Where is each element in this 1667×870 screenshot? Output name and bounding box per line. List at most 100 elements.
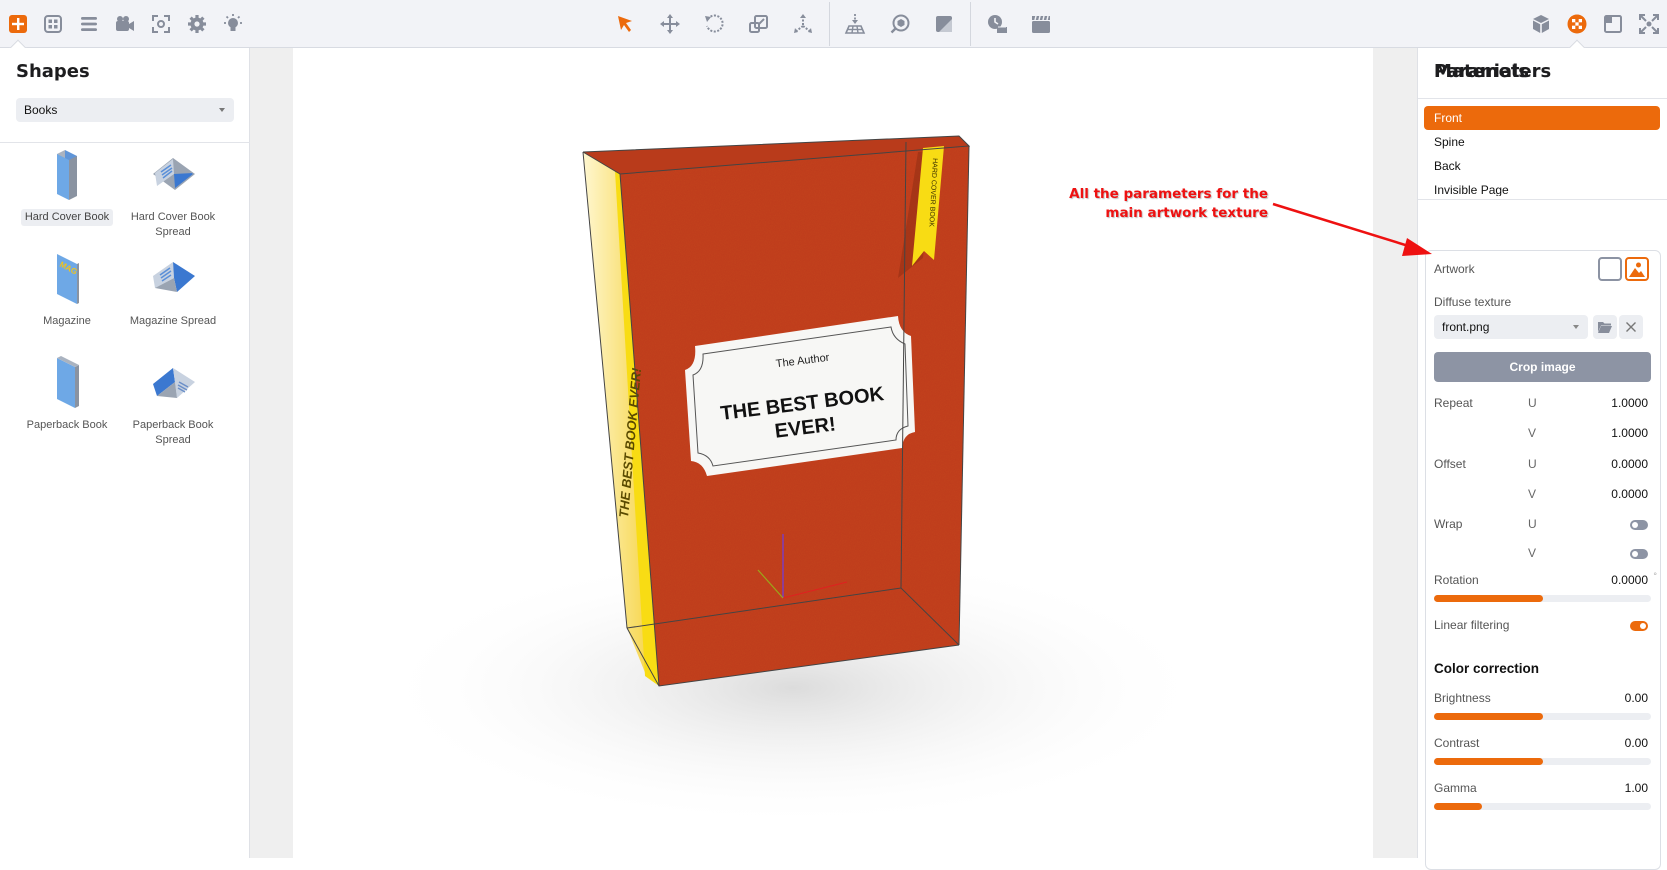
timeline-icon (988, 15, 1007, 33)
shape-item-magazine[interactable]: MAG Magazine (12, 250, 122, 330)
axes-icon (794, 14, 812, 33)
paperback-book-icon (57, 356, 79, 408)
brightness-slider[interactable] (1434, 713, 1651, 720)
gamma-value[interactable]: 1.00 (1625, 781, 1648, 795)
rotation-slider[interactable] (1434, 595, 1651, 602)
rotation-unit: ° (1653, 571, 1657, 581)
brightness-value[interactable]: 0.00 (1625, 691, 1648, 705)
wrap-v-toggle[interactable] (1630, 549, 1648, 559)
divider (1418, 98, 1667, 99)
objects-panel-button[interactable] (1527, 10, 1555, 38)
artwork-image-button[interactable] (1625, 257, 1649, 281)
shape-label: Magazine (43, 315, 91, 327)
artwork-none-button[interactable] (1598, 257, 1622, 281)
material-item-back[interactable]: Back (1424, 154, 1660, 178)
shape-item-hard-cover-book[interactable]: Hard Cover Book (12, 146, 122, 226)
shape-category-select[interactable]: Books (16, 98, 234, 122)
material-item-invisible-page[interactable]: Invisible Page (1424, 178, 1660, 196)
shape-item-hard-cover-book-spread[interactable]: Hard Cover Book Spread (118, 146, 228, 241)
slider-fill (1434, 595, 1543, 602)
3d-viewport[interactable]: HARD COVER BOOK THE BEST BOOK EVER! The … (293, 48, 1373, 858)
slider-fill (1434, 758, 1543, 765)
chevron-down-icon (219, 108, 225, 112)
scale-tool-button[interactable] (745, 10, 773, 38)
layout-button[interactable] (1599, 10, 1627, 38)
offset-u-value[interactable]: 0.0000 (1611, 457, 1648, 471)
material-item-spine[interactable]: Spine (1424, 130, 1660, 154)
hard-cover-spread-icon (153, 158, 195, 190)
layout-icon (1604, 15, 1622, 33)
drop-to-floor-button[interactable] (841, 10, 869, 38)
materials-list: Front Spine Back Invisible Page (1424, 106, 1660, 196)
gamma-slider[interactable] (1434, 803, 1651, 810)
wrap-u-label: U (1528, 517, 1537, 531)
move-tool-button[interactable] (656, 10, 684, 38)
contrast-label: Contrast (1434, 736, 1480, 750)
layers-button[interactable] (75, 10, 103, 38)
settings-button[interactable] (183, 10, 211, 38)
view-object-button[interactable] (886, 10, 914, 38)
select-tool-button[interactable] (612, 10, 640, 38)
camera-button[interactable] (111, 10, 139, 38)
wrap-u-toggle[interactable] (1630, 520, 1648, 530)
lighting-button[interactable] (219, 10, 247, 38)
view-object-icon (890, 14, 910, 34)
offset-u-label: U (1528, 457, 1537, 471)
shape-item-paperback-book-spread[interactable]: Paperback Book Spread (118, 354, 228, 449)
camera-icon (116, 16, 134, 31)
fullscreen-icon (1639, 14, 1659, 34)
shapes-panel: Shapes Books Hard Cover Book Hard Cover … (0, 48, 250, 858)
axes-tool-button[interactable] (789, 10, 817, 38)
toolbar-separator (970, 2, 971, 46)
repeat-v-value[interactable]: 1.0000 (1611, 426, 1648, 440)
magazine-icon: MAG (57, 254, 79, 304)
open-file-button[interactable] (1593, 315, 1617, 339)
add-shape-button[interactable] (4, 10, 32, 38)
repeat-u-value[interactable]: 1.0000 (1611, 396, 1648, 410)
crop-image-button[interactable]: Crop image (1434, 352, 1651, 382)
wrap-label: Wrap (1434, 517, 1463, 531)
close-icon (1626, 322, 1636, 332)
shadow-icon (936, 16, 952, 32)
main-toolbar (0, 0, 1667, 57)
artwork-label: Artwork (1434, 262, 1475, 276)
shape-item-magazine-spread[interactable]: Magazine Spread (118, 250, 228, 330)
clapperboard-icon (1032, 15, 1050, 33)
shape-item-paperback-book[interactable]: Paperback Book (12, 354, 122, 434)
settings-icon (188, 15, 206, 33)
scene-objects-button[interactable] (39, 10, 67, 38)
materials-panel-button[interactable] (1563, 10, 1591, 38)
diffuse-texture-select[interactable]: front.png (1434, 315, 1588, 339)
clear-texture-button[interactable] (1619, 315, 1643, 339)
parameters-box: Artwork Diffuse texture front.png Crop i… (1425, 250, 1661, 870)
rotate-tool-button[interactable] (700, 10, 728, 38)
linear-filtering-toggle[interactable] (1630, 621, 1648, 631)
focus-button[interactable] (147, 10, 175, 38)
shapes-title: Shapes (16, 61, 90, 82)
contrast-value[interactable]: 0.00 (1625, 736, 1648, 750)
grid-icon (44, 15, 62, 33)
chevron-down-icon (1573, 325, 1579, 329)
brightness-label: Brightness (1434, 691, 1491, 705)
fullscreen-button[interactable] (1635, 10, 1663, 38)
slider-fill (1434, 713, 1543, 720)
annotation-line1: All the parameters for the (1069, 186, 1268, 202)
diffuse-texture-label: Diffuse texture (1434, 295, 1512, 309)
rotation-value[interactable]: 0.0000 (1611, 573, 1648, 587)
shadow-button[interactable] (930, 10, 958, 38)
repeat-u-label: U (1528, 396, 1537, 410)
offset-label: Offset (1434, 457, 1466, 471)
diffuse-texture-value: front.png (1442, 320, 1490, 334)
list-icon (81, 17, 97, 31)
rotate-icon (705, 14, 724, 33)
add-icon (9, 15, 27, 33)
contrast-slider[interactable] (1434, 758, 1651, 765)
offset-v-value[interactable]: 0.0000 (1611, 487, 1648, 501)
shape-label: Paperback Book (26, 419, 108, 431)
timeline-button[interactable] (983, 10, 1011, 38)
shape-label: Magazine Spread (129, 315, 217, 327)
focus-icon (152, 15, 170, 33)
animation-button[interactable] (1027, 10, 1055, 38)
material-item-front[interactable]: Front (1424, 106, 1660, 130)
color-correction-title: Color correction (1434, 661, 1540, 676)
